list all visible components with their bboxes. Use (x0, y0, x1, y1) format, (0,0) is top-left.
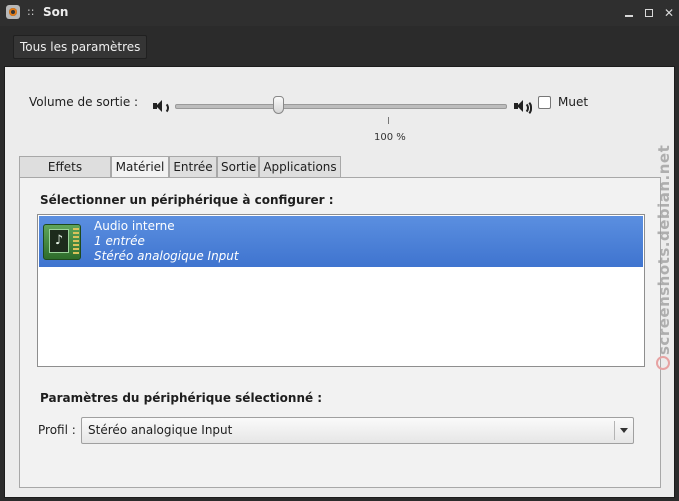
profile-dropdown[interactable]: Stéréo analogique Input (81, 417, 634, 444)
all-settings-button[interactable]: Tous les paramètres (13, 35, 148, 59)
profile-label: Profil : (38, 423, 76, 437)
debian-logo-icon (656, 356, 670, 370)
device-profile-description: Stéréo analogique Input (94, 249, 239, 263)
device-inputs: 1 entrée (94, 234, 145, 248)
volume-slider-track[interactable] (175, 104, 507, 109)
title-separator: :: (27, 5, 35, 18)
device-list[interactable]: ♪ Audio interne 1 entrée Stéréo analogiq… (37, 214, 645, 367)
hardware-tab-panel: Sélectionner un périphérique à configure… (19, 177, 661, 488)
output-volume-label: Volume de sortie : (29, 95, 139, 109)
mute-label: Muet (558, 95, 589, 109)
selected-device-params-title: Paramètres du périphérique sélectionné : (40, 391, 323, 405)
device-row-audio-interne[interactable]: ♪ Audio interne 1 entrée Stéréo analogiq… (39, 216, 643, 267)
toolbar: Tous les paramètres (0, 26, 679, 66)
window-title: Son (43, 5, 69, 19)
select-device-title: Sélectionner un périphérique à configure… (40, 193, 334, 207)
volume-slider-handle[interactable] (273, 96, 284, 114)
sound-card-icon: ♪ (43, 220, 83, 262)
volume-100-label: 100 % (374, 132, 406, 143)
close-button[interactable]: ✕ (660, 4, 678, 22)
main-panel: Volume de sortie : 100 % Muet Effets son… (4, 66, 675, 498)
volume-low-icon (151, 99, 169, 114)
tab-applications[interactable]: Applications (259, 156, 341, 177)
volume-high-icon (512, 99, 532, 116)
tab-materiel[interactable]: Matériel (111, 156, 169, 178)
audio-app-icon (6, 5, 20, 19)
dropdown-divider (614, 421, 615, 440)
watermark-text: screenshots.debian.net (655, 144, 673, 355)
mute-checkbox[interactable] (538, 96, 551, 109)
window-titlebar: :: Son ✕ (0, 0, 679, 26)
minimize-button[interactable] (620, 4, 638, 22)
tab-effets-sonores[interactable]: Effets sonores (19, 156, 111, 194)
volume-100-tick (388, 117, 389, 124)
tab-sortie[interactable]: Sortie (217, 156, 259, 177)
maximize-button[interactable] (640, 4, 658, 22)
profile-selected-value: Stéréo analogique Input (88, 423, 233, 437)
chevron-down-icon[interactable] (620, 428, 628, 433)
tab-entree[interactable]: Entrée (169, 156, 217, 177)
device-name: Audio interne (94, 219, 175, 233)
